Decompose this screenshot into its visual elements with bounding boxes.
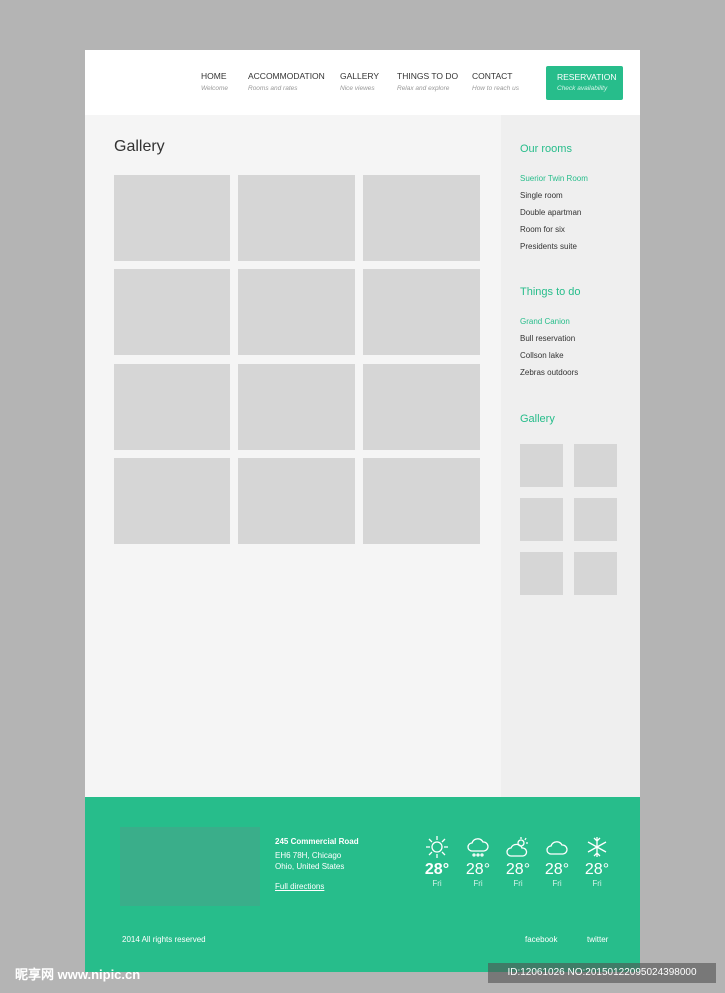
gallery-thumbnail[interactable] xyxy=(363,364,480,450)
rain-cloud-icon xyxy=(467,838,489,857)
nav-title: ACCOMMODATION xyxy=(248,71,325,81)
thing-link[interactable]: Bull reservation xyxy=(520,334,575,343)
sidebar-gallery-thumbnail[interactable] xyxy=(520,552,563,595)
header: HOME Welcome ACCOMMODATION Rooms and rates… xyxy=(85,50,640,115)
reservation-title: RESERVATION xyxy=(557,72,617,82)
weather-temp: 28° xyxy=(465,861,491,878)
weather-day: 28° Fri xyxy=(458,835,498,888)
things-heading: Things to do xyxy=(520,286,581,298)
cloud-icon xyxy=(546,841,568,855)
reservation-button[interactable]: RESERVATION Check availability xyxy=(546,66,623,100)
room-link[interactable]: Double apartman xyxy=(520,208,581,217)
weather-temp: 28° xyxy=(544,861,570,878)
room-link[interactable]: Presidents suite xyxy=(520,242,577,251)
snowflake-icon xyxy=(587,837,607,857)
copyright: 2014 All rights reserved xyxy=(122,935,206,944)
nav-sub: Nice viewes xyxy=(340,85,375,92)
address-line: EH6 78H, Chicago xyxy=(275,851,342,860)
sun-icon xyxy=(426,836,448,858)
gallery-thumbnail[interactable] xyxy=(238,175,355,261)
sidebar: Our rooms Suerior Twin Room Single room … xyxy=(501,115,640,797)
map-placeholder[interactable] xyxy=(120,827,260,906)
gallery-thumbnail[interactable] xyxy=(238,364,355,450)
room-link[interactable]: Room for six xyxy=(520,225,565,234)
page: HOME Welcome ACCOMMODATION Rooms and rates… xyxy=(85,50,640,972)
address-line: Ohio, United States xyxy=(275,862,345,871)
gallery-thumbnail[interactable] xyxy=(114,364,230,450)
sidebar-gallery-thumbnail[interactable] xyxy=(574,444,617,487)
nav-title: HOME xyxy=(201,71,227,81)
rooms-heading: Our rooms xyxy=(520,143,572,155)
thing-link[interactable]: Grand Canion xyxy=(520,317,570,326)
room-link[interactable]: Single room xyxy=(520,191,563,200)
weather-day: 28° Fri xyxy=(577,835,617,888)
weather-day: 28° Fri xyxy=(498,835,538,888)
room-link[interactable]: Suerior Twin Room xyxy=(520,174,588,183)
weather-day-label: Fri xyxy=(552,879,562,888)
gallery-thumbnail[interactable] xyxy=(363,458,480,544)
sun-cloud-icon xyxy=(506,837,528,857)
weather-temp: 28° xyxy=(584,861,610,878)
gallery-thumbnail[interactable] xyxy=(114,458,230,544)
weather-day-label: Fri xyxy=(513,879,523,888)
address-line: 245 Commercial Road xyxy=(275,837,359,846)
nav-sub: How to reach us xyxy=(472,85,519,92)
weather-day-label: Fri xyxy=(473,879,483,888)
gallery-heading: Gallery xyxy=(520,413,555,425)
gallery-thumbnail[interactable] xyxy=(114,269,230,355)
nav-home[interactable]: HOME Welcome xyxy=(201,71,228,92)
twitter-link[interactable]: twitter xyxy=(587,935,608,944)
page-title: Gallery xyxy=(114,138,165,155)
weather-day: 28° Fri xyxy=(537,835,577,888)
full-directions-link[interactable]: Full directions xyxy=(275,882,324,891)
weather-temp: 28° xyxy=(424,861,450,878)
gallery-thumbnail[interactable] xyxy=(238,269,355,355)
nav-things-to-do[interactable]: THINGS TO DO Relax and explore xyxy=(397,71,458,92)
nav-title: CONTACT xyxy=(472,71,513,81)
nav-contact[interactable]: CONTACT How to reach us xyxy=(472,71,519,92)
footer: 245 Commercial Road EH6 78H, Chicago Ohi… xyxy=(85,797,640,972)
thing-link[interactable]: Collson lake xyxy=(520,351,564,360)
thing-link[interactable]: Zebras outdoors xyxy=(520,368,578,377)
weather-temp: 28° xyxy=(505,861,531,878)
watermark-id: ID:12061026 NO:20150122095024398000 xyxy=(488,963,716,983)
sidebar-gallery-thumbnail[interactable] xyxy=(574,498,617,541)
gallery-thumbnail[interactable] xyxy=(114,175,230,261)
nav-sub: Relax and explore xyxy=(397,85,450,92)
gallery-thumbnail[interactable] xyxy=(363,175,480,261)
nav-title: GALLERY xyxy=(340,71,380,81)
nav-sub: Welcome xyxy=(201,85,228,92)
weather-day: 28° Fri xyxy=(417,835,457,888)
gallery-thumbnail[interactable] xyxy=(363,269,480,355)
sidebar-gallery-thumbnail[interactable] xyxy=(520,444,563,487)
sidebar-gallery-thumbnail[interactable] xyxy=(520,498,563,541)
weather-day-label: Fri xyxy=(592,879,602,888)
reservation-sub: Check availability xyxy=(557,85,608,92)
nav-gallery[interactable]: GALLERY Nice viewes xyxy=(340,71,379,92)
sidebar-gallery-thumbnail[interactable] xyxy=(574,552,617,595)
weather-day-label: Fri xyxy=(432,879,442,888)
nav-sub: Rooms and rates xyxy=(248,85,298,92)
facebook-link[interactable]: facebook xyxy=(525,935,557,944)
watermark-logo: 昵享网 www.nipic.cn xyxy=(15,967,141,982)
nav-accommodation[interactable]: ACCOMMODATION Rooms and rates xyxy=(248,71,325,92)
gallery-thumbnail[interactable] xyxy=(238,458,355,544)
nav-title: THINGS TO DO xyxy=(397,71,459,81)
